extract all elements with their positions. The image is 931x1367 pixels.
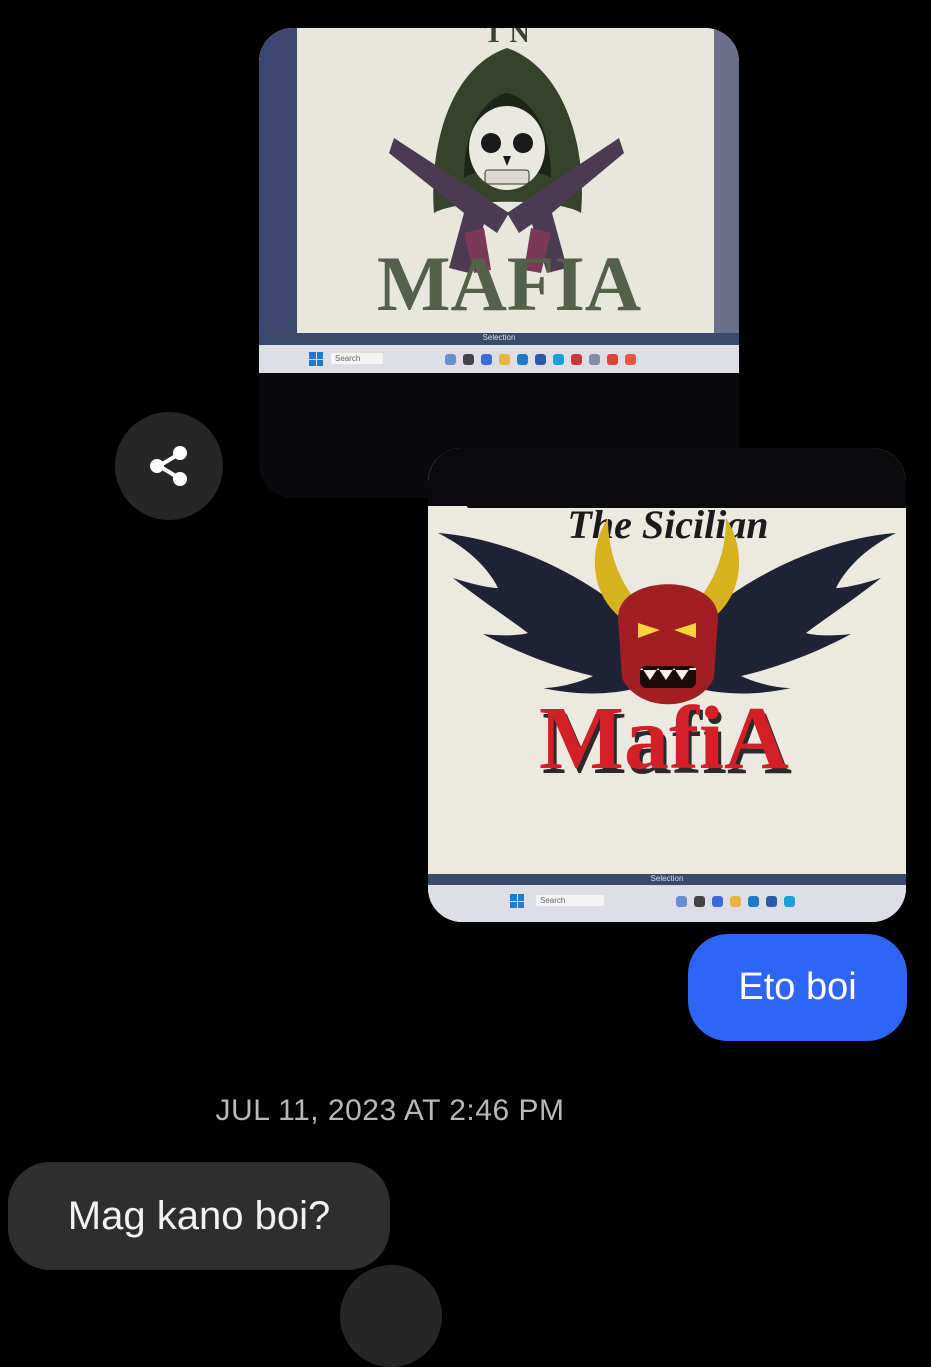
selection-bar: Selection — [259, 333, 739, 345]
photo-attachment-2[interactable]: The Sicilian MafiA MafiA Selection Searc… — [428, 448, 906, 922]
message-text: Mag kano boi? — [67, 1193, 331, 1238]
reaction-button[interactable] — [340, 1265, 442, 1367]
message-timestamp: JUL 11, 2023 AT 2:46 PM — [215, 1094, 565, 1127]
incoming-message-bubble[interactable]: Mag kano boi? — [8, 1162, 390, 1270]
windows-logo-icon — [510, 894, 524, 908]
outgoing-message-bubble[interactable]: Eto boi — [688, 934, 907, 1041]
logo-text: MafiA — [539, 689, 789, 788]
taskbar-search: Search — [536, 895, 604, 906]
photo-screen: The Sicilian MafiA MafiA — [428, 448, 906, 922]
selection-bar: Selection — [428, 874, 906, 885]
skull-mafia-logo: T N MAFIA — [259, 28, 739, 373]
photo-attachment-1[interactable]: T N MAFIA Selection Search — [259, 28, 739, 498]
taskbar: Search — [428, 885, 906, 922]
taskbar-icons — [676, 896, 795, 907]
taskbar-search: Search — [331, 353, 383, 364]
taskbar: Search — [259, 345, 739, 373]
message-text: Eto boi — [738, 966, 857, 1008]
photo-screen: T N MAFIA — [259, 28, 739, 373]
share-button[interactable] — [115, 412, 223, 520]
svg-text:T N: T N — [484, 28, 529, 49]
logo-text: MAFIA — [377, 240, 641, 327]
sicilian-mafia-logo: The Sicilian MafiA MafiA — [428, 448, 906, 878]
windows-logo-icon — [309, 352, 323, 366]
taskbar-icons — [445, 354, 636, 365]
logo-top-text: The Sicilian — [567, 502, 768, 547]
share-icon — [150, 446, 187, 486]
